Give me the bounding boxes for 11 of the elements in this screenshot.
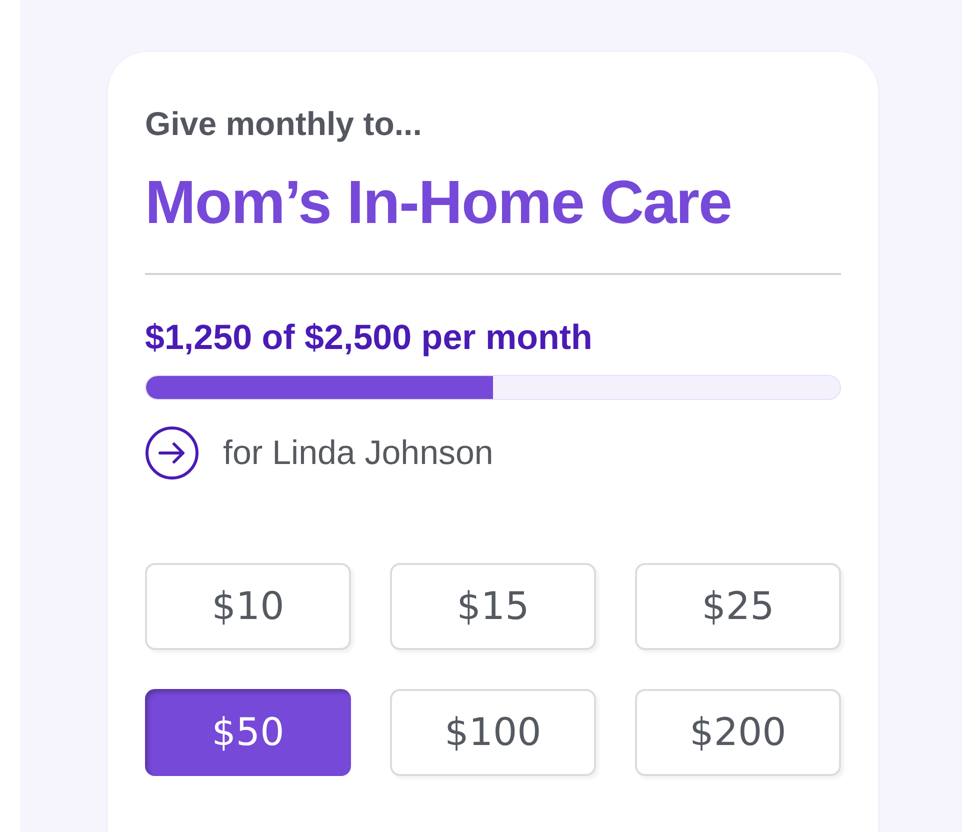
intro-text: Give monthly to... bbox=[145, 104, 423, 144]
amount-button[interactable]: $25 bbox=[635, 563, 841, 650]
amount-button[interactable]: $200 bbox=[635, 689, 841, 776]
amount-button[interactable]: $15 bbox=[390, 563, 596, 650]
progress-text: $1,250 of $2,500 per month bbox=[145, 317, 594, 359]
amount-button[interactable]: $10 bbox=[145, 563, 351, 650]
campaign-title: Mom’s In-Home Care bbox=[145, 167, 732, 238]
amount-button[interactable]: $50 bbox=[145, 689, 351, 776]
amount-button[interactable]: $100 bbox=[390, 689, 596, 776]
arrow-circle-icon bbox=[145, 426, 199, 480]
recipient-text: for Linda Johnson bbox=[223, 433, 494, 474]
